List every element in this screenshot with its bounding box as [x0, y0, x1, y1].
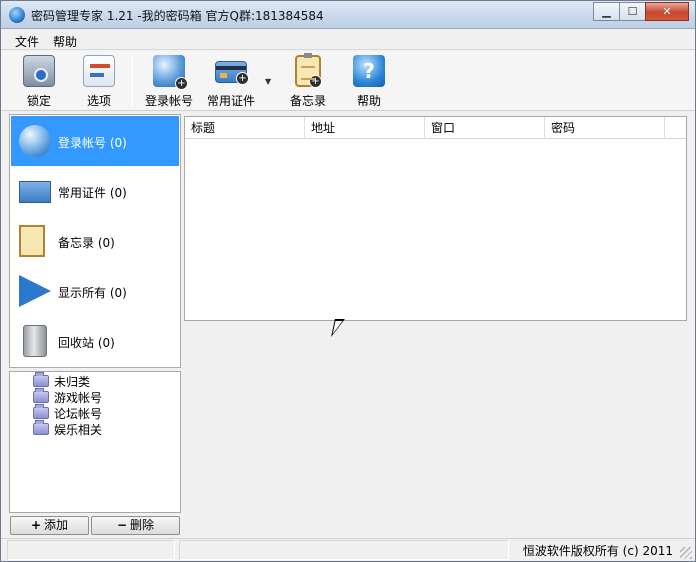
memo-icon — [19, 225, 45, 257]
status-bar: 恒波软件版权所有 (c) 2011 — [1, 538, 695, 561]
minimize-icon: ▁ — [602, 5, 611, 18]
category-trash-label: 回收站 (0) — [58, 336, 115, 350]
add-group-button[interactable]: + 添加 — [10, 516, 89, 535]
trash-icon — [23, 325, 47, 357]
add-login-label: 登录帐号 — [144, 94, 193, 108]
column-header-window[interactable]: 窗口 — [425, 117, 545, 139]
add-memo-label: 备忘录 — [289, 94, 326, 108]
app-window: 密码管理专家 1.21 -我的密码箱 官方Q群:181384584 ▁ ☐ ✕ … — [0, 0, 696, 562]
title-bar[interactable]: 密码管理专家 1.21 -我的密码箱 官方Q群:181384584 ▁ ☐ ✕ — [1, 1, 695, 29]
help-label: 帮助 — [356, 94, 381, 108]
category-list: 登录帐号 (0) 常用证件 (0) 备忘录 (0) 显示所有 (0) 回收站 (… — [9, 114, 181, 368]
category-all-label: 显示所有 (0) — [58, 286, 127, 300]
category-memo-label: 备忘录 (0) — [58, 236, 115, 250]
minimize-button[interactable]: ▁ — [593, 2, 620, 21]
category-cert[interactable]: 常用证件 (0) — [11, 166, 179, 216]
close-icon: ✕ — [662, 5, 672, 18]
group-item-label: 游戏帐号 — [54, 390, 103, 405]
lock-icon — [23, 55, 55, 87]
menu-help[interactable]: 帮助 — [53, 33, 77, 50]
group-item[interactable]: 论坛帐号 — [33, 404, 103, 421]
category-cert-label: 常用证件 (0) — [58, 186, 127, 200]
add-cert-label: 常用证件 — [206, 94, 255, 108]
entries-table[interactable]: 标题 地址 窗口 密码 — [184, 116, 687, 321]
minus-icon: − — [116, 518, 128, 532]
folder-icon — [33, 388, 49, 403]
folder-icon — [33, 372, 49, 387]
window-title: 密码管理专家 1.21 -我的密码箱 官方Q群:181384584 — [31, 9, 324, 23]
options-button[interactable]: 选项 — [79, 55, 119, 109]
column-header-password[interactable]: 密码 — [545, 117, 665, 139]
mouse-cursor-icon — [331, 319, 345, 337]
group-item[interactable]: 娱乐相关 — [33, 420, 103, 437]
menu-bar: 文件 帮助 — [1, 30, 695, 50]
cert-dropdown-arrow-icon[interactable]: ▼ — [265, 77, 271, 86]
group-item-label: 娱乐相关 — [54, 422, 103, 437]
resize-grip-icon[interactable] — [680, 547, 692, 559]
column-header-address[interactable]: 地址 — [305, 117, 425, 139]
table-header: 标题 地址 窗口 密码 — [185, 117, 686, 139]
globe-icon — [19, 125, 51, 157]
globe-add-icon: + — [153, 55, 188, 90]
window-controls: ▁ ☐ ✕ — [593, 2, 689, 21]
category-login[interactable]: 登录帐号 (0) — [11, 116, 179, 166]
card-add-icon: + — [215, 61, 249, 85]
plus-badge-icon: + — [175, 77, 188, 90]
delete-group-label: 删除 — [130, 518, 155, 532]
memo-add-icon: + — [295, 53, 322, 88]
group-item[interactable]: 游戏帐号 — [33, 388, 103, 405]
arrow-right-icon — [19, 275, 51, 307]
plus-badge-icon: + — [309, 75, 322, 88]
close-button[interactable]: ✕ — [645, 2, 689, 21]
toolbar: 锁定 选项 + 登录帐号 + 常用证件 ▼ + 备忘录 ? 帮助 — [1, 51, 695, 111]
category-login-label: 登录帐号 (0) — [58, 136, 127, 150]
plus-badge-icon: + — [236, 72, 249, 85]
add-memo-button[interactable]: + 备忘录 — [287, 53, 329, 109]
toolbar-separator — [132, 55, 133, 107]
add-login-button[interactable]: + 登录帐号 — [143, 55, 195, 109]
help-button[interactable]: ? 帮助 — [351, 55, 387, 109]
app-icon — [9, 7, 25, 23]
group-item-label: 未归类 — [54, 374, 91, 389]
plus-icon: + — [30, 518, 42, 532]
maximize-icon: ☐ — [627, 5, 638, 18]
lock-button[interactable]: 锁定 — [19, 55, 59, 109]
add-cert-button[interactable]: + 常用证件 — [205, 55, 257, 109]
help-icon: ? — [353, 55, 385, 87]
status-pane-middle — [179, 540, 509, 560]
category-memo[interactable]: 备忘录 (0) — [11, 216, 179, 266]
menu-file[interactable]: 文件 — [15, 33, 39, 50]
column-header-title[interactable]: 标题 — [185, 117, 305, 139]
options-label: 选项 — [86, 94, 111, 108]
category-trash[interactable]: 回收站 (0) — [11, 316, 179, 366]
options-icon — [83, 55, 115, 87]
lock-label: 锁定 — [26, 94, 51, 108]
maximize-button[interactable]: ☐ — [619, 2, 646, 21]
delete-group-button[interactable]: − 删除 — [91, 516, 180, 535]
status-pane-left — [7, 540, 175, 560]
folder-icon — [33, 420, 49, 435]
folder-icon — [33, 404, 49, 419]
card-icon — [19, 181, 51, 203]
group-item[interactable]: 未归类 — [33, 372, 91, 389]
copyright-text: 恒波软件版权所有 (c) 2011 — [522, 544, 673, 558]
group-tree: 未归类 游戏帐号 论坛帐号 娱乐相关 — [9, 371, 181, 513]
category-all[interactable]: 显示所有 (0) — [11, 266, 179, 316]
group-item-label: 论坛帐号 — [54, 406, 103, 421]
add-group-label: 添加 — [44, 518, 69, 532]
